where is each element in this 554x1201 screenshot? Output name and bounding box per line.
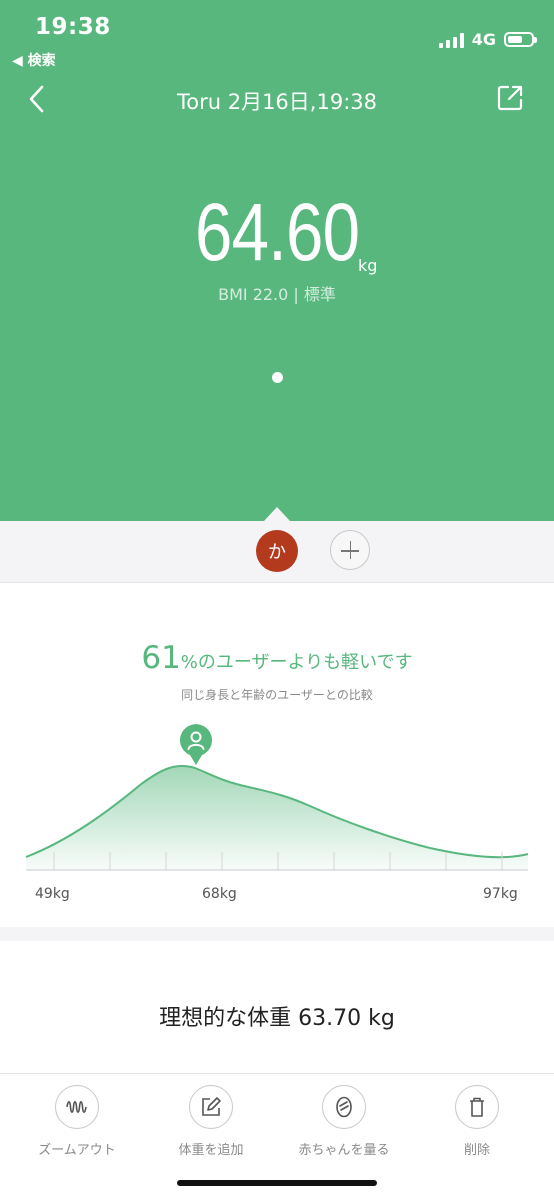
waveform-icon xyxy=(55,1085,99,1129)
weight-display: 64.60 xyxy=(0,186,554,280)
comparison-subtitle: 同じ身長と年齢のユーザーとの比較 xyxy=(181,688,373,702)
page-title: Toru 2月16日,19:38 xyxy=(176,90,377,114)
weight-value: 64.60 xyxy=(194,187,360,278)
back-to-app-link[interactable]: ◀ 検索 xyxy=(12,50,56,70)
comparison-headline: 61%のユーザーよりも軽いです xyxy=(0,640,554,676)
delete-label: 削除 xyxy=(463,1143,490,1158)
comparison-text: %のユーザーよりも軽いです xyxy=(180,652,413,673)
page-indicator-dot[interactable] xyxy=(272,372,283,383)
weight-unit: kg xyxy=(358,256,378,275)
add-weight-label: 体重を追加 xyxy=(178,1143,244,1158)
edit-icon xyxy=(189,1085,233,1129)
selected-user-caret xyxy=(264,507,290,521)
battery-icon xyxy=(504,32,537,47)
axis-label-mid: 68kg xyxy=(202,886,237,902)
axis-label-min: 49kg xyxy=(35,886,70,902)
zoom-out-button[interactable]: ズームアウト xyxy=(17,1085,137,1158)
add-weight-button[interactable]: 体重を追加 xyxy=(151,1085,271,1158)
comparison-percent: 61 xyxy=(141,640,181,676)
bmi-status: BMI 22.0 | 標準 xyxy=(218,285,336,304)
weight-distribution-curve xyxy=(25,765,529,871)
weigh-baby-label: 赤ちゃんを量る xyxy=(298,1143,390,1158)
home-indicator[interactable] xyxy=(177,1180,377,1186)
delete-button[interactable]: 削除 xyxy=(417,1085,537,1158)
user-position-pin-icon xyxy=(179,724,213,766)
weigh-baby-button[interactable]: 赤ちゃんを量る xyxy=(284,1085,404,1158)
status-indicators: 4G xyxy=(438,30,537,49)
share-icon[interactable] xyxy=(496,84,524,112)
trash-icon xyxy=(455,1085,499,1129)
zoom-out-label: ズームアウト xyxy=(38,1143,116,1158)
axis-label-max: 97kg xyxy=(483,886,518,902)
ideal-weight: 理想的な体重 63.70 kg xyxy=(159,1006,395,1031)
add-user-button[interactable] xyxy=(330,530,370,570)
signal-icon xyxy=(438,32,464,48)
network-label: 4G xyxy=(471,30,496,49)
section-divider xyxy=(0,927,554,941)
user-avatar[interactable]: か xyxy=(256,530,298,572)
distribution-area xyxy=(26,765,528,870)
baby-icon xyxy=(322,1085,366,1129)
status-time: 19:38 xyxy=(35,14,111,40)
